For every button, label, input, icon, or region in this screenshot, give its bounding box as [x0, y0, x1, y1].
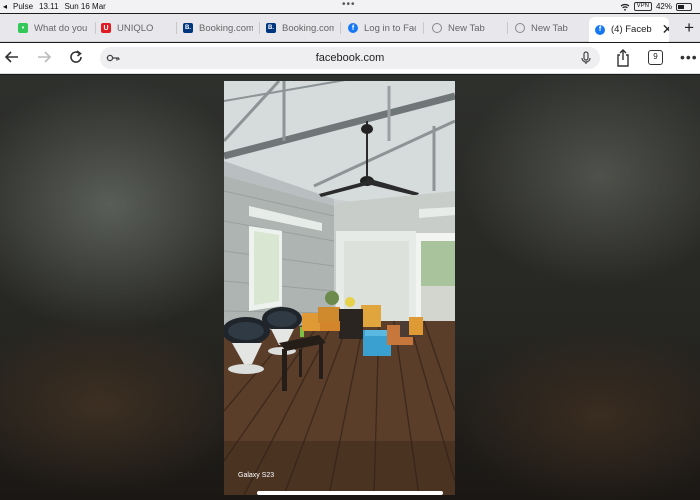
battery-percent: 42%	[655, 2, 672, 11]
tab-bar: • What do you U UNIQLO B. Booking.com B.…	[0, 14, 700, 42]
url-text: facebook.com	[315, 52, 385, 64]
tab-divider	[95, 22, 96, 34]
tab-8-active[interactable]: f (4) Faceb ✕	[589, 17, 669, 42]
tab-2[interactable]: U UNIQLO	[101, 18, 173, 38]
globe-icon	[515, 23, 525, 33]
browser-toolbar: facebook.com 9 •••	[0, 43, 700, 74]
camera-watermark: Galaxy S23	[238, 472, 275, 479]
tab-count-button[interactable]: 9	[648, 50, 663, 65]
tab-divider	[176, 22, 177, 34]
wifi-icon	[620, 3, 630, 11]
back-arrow-icon[interactable]	[4, 49, 20, 69]
forward-arrow-icon[interactable]	[36, 49, 52, 69]
tab-5[interactable]: f Log in to Fac	[348, 18, 416, 38]
close-tab-icon[interactable]: ✕	[662, 21, 669, 38]
booking-icon: B.	[183, 23, 193, 33]
tab-divider	[507, 22, 508, 34]
tab-label: (4) Faceb	[611, 24, 652, 35]
tab-label: UNIQLO	[117, 22, 154, 34]
tripadvisor-icon: •	[18, 23, 28, 33]
multitasking-dots[interactable]: •••	[342, 0, 356, 10]
tab-1[interactable]: • What do you	[18, 18, 88, 38]
tab-label: Booking.com	[282, 22, 334, 34]
home-indicator[interactable]	[257, 491, 443, 495]
photo-viewer-image[interactable]: Galaxy S23	[224, 81, 455, 495]
new-tab-button[interactable]: +	[684, 19, 694, 36]
date: Sun 16 Mar	[64, 2, 106, 11]
tab-label: Log in to Fac	[364, 22, 416, 34]
tab-divider	[259, 22, 260, 34]
screen: ◂ Pulse 13.11 Sun 16 Mar ••• VPN 42% • W…	[0, 0, 700, 500]
time: 13.11	[39, 2, 59, 11]
tab-7[interactable]: New Tab	[515, 18, 585, 38]
tab-label: New Tab	[531, 22, 568, 34]
tab-label: Booking.com	[199, 22, 253, 34]
facebook-icon: f	[348, 23, 358, 33]
microphone-icon[interactable]	[580, 51, 592, 70]
booking-icon: B.	[266, 23, 276, 33]
globe-icon	[432, 23, 442, 33]
tab-4[interactable]: B. Booking.com	[266, 18, 334, 38]
page-content: Galaxy S23	[0, 75, 700, 500]
back-to-app-arrow[interactable]: ◂	[3, 2, 7, 11]
status-left: ◂ Pulse 13.11 Sun 16 Mar	[3, 2, 106, 11]
tab-3[interactable]: B. Booking.com	[183, 18, 253, 38]
more-options-icon[interactable]: •••	[680, 49, 698, 65]
facebook-icon: f	[595, 24, 605, 35]
vpn-badge: VPN	[633, 2, 652, 11]
tab-6[interactable]: New Tab	[432, 18, 502, 38]
share-icon[interactable]	[615, 49, 631, 72]
tab-label: What do you	[34, 22, 88, 34]
tab-divider	[423, 22, 424, 34]
address-bar[interactable]: facebook.com	[100, 47, 600, 69]
interior-room-photo	[224, 81, 455, 495]
tab-label: New Tab	[448, 22, 485, 34]
carrier: Pulse	[13, 2, 34, 11]
status-right: VPN 42%	[620, 2, 692, 11]
uniqlo-icon: U	[101, 23, 111, 33]
battery-icon	[676, 2, 692, 11]
tab-divider	[340, 22, 341, 34]
status-bar: ◂ Pulse 13.11 Sun 16 Mar ••• VPN 42%	[0, 0, 700, 13]
reload-icon[interactable]	[68, 49, 84, 69]
